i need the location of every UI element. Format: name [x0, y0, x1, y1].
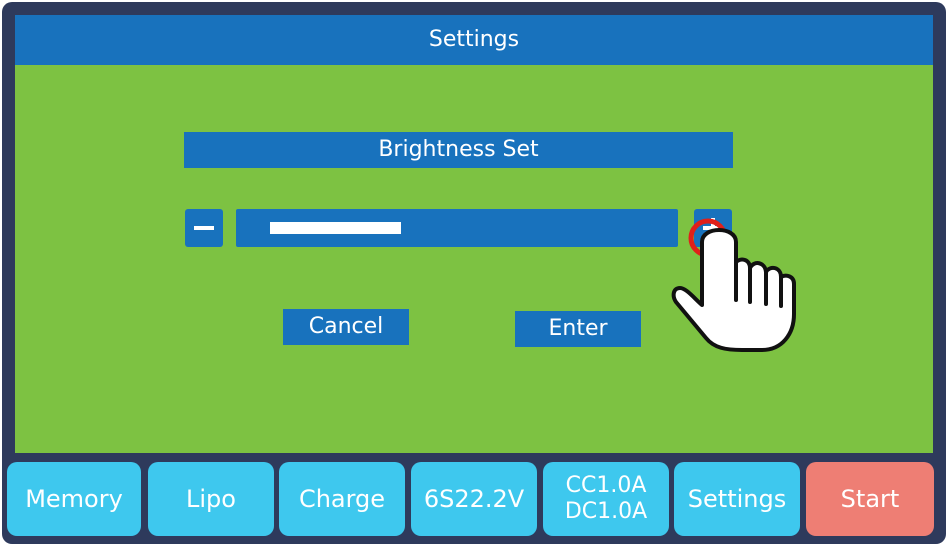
- brightness-slider[interactable]: [236, 209, 678, 247]
- minus-icon: [194, 226, 214, 230]
- page-title: Settings: [15, 15, 933, 65]
- enter-button[interactable]: Enter: [515, 311, 641, 347]
- settings-button[interactable]: Settings: [674, 462, 800, 536]
- touch-hand-icon: [671, 218, 796, 352]
- charge-current-label: CC1.0A: [565, 473, 647, 498]
- voltage-button[interactable]: 6S22.2V: [411, 462, 537, 536]
- brightness-slider-fill: [270, 222, 401, 234]
- cancel-button[interactable]: Cancel: [283, 309, 409, 345]
- dialog-title: Brightness Set: [184, 132, 733, 168]
- current-button[interactable]: CC1.0A DC1.0A: [543, 462, 669, 536]
- discharge-current-label: DC1.0A: [564, 499, 648, 524]
- start-button[interactable]: Start: [806, 462, 934, 536]
- decrease-brightness-button[interactable]: [185, 209, 223, 247]
- lipo-button[interactable]: Lipo: [148, 462, 274, 536]
- charge-button[interactable]: Charge: [279, 462, 405, 536]
- memory-button[interactable]: Memory: [7, 462, 141, 536]
